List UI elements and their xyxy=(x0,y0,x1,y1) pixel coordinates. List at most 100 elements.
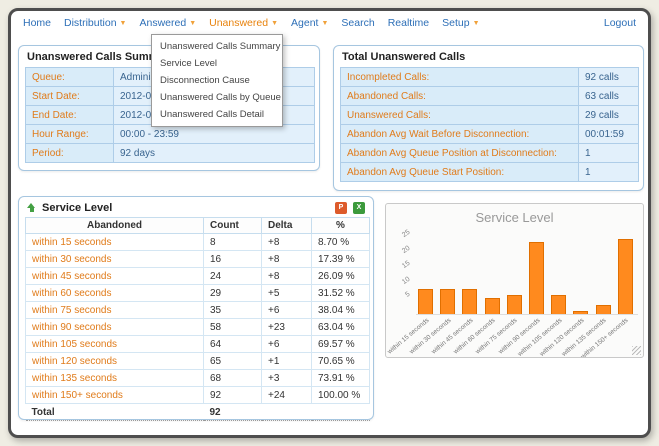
menu-item-service-level[interactable]: Service Level xyxy=(152,55,282,72)
row-label: End Date: xyxy=(26,106,114,125)
export-pdf-icon[interactable]: P xyxy=(335,202,347,214)
export-excel-icon[interactable]: X xyxy=(353,202,365,214)
chart-y-tick: 5 xyxy=(394,291,412,306)
table-cell: 31.52 % xyxy=(312,285,370,302)
table-cell: 8 xyxy=(204,234,262,251)
table-row: Abandon Avg Queue Position at Disconnect… xyxy=(341,144,639,163)
table-row: Abandon Avg Queue Start Position:1 xyxy=(341,163,639,182)
table-cell: 64 xyxy=(204,336,262,353)
table-cell: +5 xyxy=(262,285,312,302)
nav-item-answered[interactable]: Answered▼ xyxy=(139,17,196,29)
chart-y-tick: 25 xyxy=(394,229,412,244)
service-level-header: Service Level P X xyxy=(19,197,373,217)
table-cell: 65 xyxy=(204,353,262,370)
table-row: within 105 seconds64+669.57 % xyxy=(26,336,370,353)
sort-up-icon[interactable] xyxy=(27,203,36,213)
table-cell xyxy=(312,404,370,421)
chart-bar xyxy=(462,289,477,314)
table-cell: within 45 seconds xyxy=(26,268,204,285)
chart-y-tick: 15 xyxy=(394,260,412,275)
chart-title: Service Level xyxy=(386,204,643,225)
table-row: within 30 seconds16+817.39 % xyxy=(26,251,370,268)
table-row: within 150+ seconds92+24100.00 % xyxy=(26,387,370,404)
chart-y-tick: 10 xyxy=(394,276,412,291)
table-cell xyxy=(262,404,312,421)
table-cell: +1 xyxy=(262,353,312,370)
table-row: Abandon Avg Wait Before Disconnection:00… xyxy=(341,125,639,144)
row-label: Abandon Avg Queue Position at Disconnect… xyxy=(341,144,579,163)
service-level-chart-panel: Service Level within 15 secondswithin 30… xyxy=(385,203,644,358)
logout-link[interactable]: Logout xyxy=(604,17,636,29)
nav-item-distribution[interactable]: Distribution▼ xyxy=(64,17,126,29)
table-cell: 58 xyxy=(204,319,262,336)
chart-y-tick: 20 xyxy=(394,244,412,259)
row-label: Start Date: xyxy=(26,87,114,106)
row-label: Abandoned Calls: xyxy=(341,87,579,106)
table-cell: within 120 seconds xyxy=(26,353,204,370)
nav-item-agent[interactable]: Agent▼ xyxy=(291,17,328,29)
table-cell: 92 xyxy=(204,387,262,404)
table-cell: within 90 seconds xyxy=(26,319,204,336)
table-cell: 70.65 % xyxy=(312,353,370,370)
row-value: 63 calls xyxy=(579,87,639,106)
service-level-panel: Service Level P X Abandoned Count Delta … xyxy=(18,196,374,420)
nav-item-setup[interactable]: Setup▼ xyxy=(442,17,479,29)
menu-item-disconnection-cause[interactable]: Disconnection Cause xyxy=(152,72,282,89)
nav-item-realtime[interactable]: Realtime xyxy=(388,17,429,29)
table-cell: +3 xyxy=(262,370,312,387)
column-header: Abandoned xyxy=(26,218,204,234)
table-cell: 63.04 % xyxy=(312,319,370,336)
table-row: within 90 seconds58+2363.04 % xyxy=(26,319,370,336)
resize-handle-icon[interactable] xyxy=(632,346,641,355)
table-row: within 45 seconds24+826.09 % xyxy=(26,268,370,285)
table-row: Hour Range:00:00 - 23:59 xyxy=(26,125,315,144)
row-label: Incompleted Calls: xyxy=(341,68,579,87)
table-cell: within 60 seconds xyxy=(26,285,204,302)
table-cell: +8 xyxy=(262,234,312,251)
chart-bar xyxy=(596,305,611,314)
nav-label: Setup xyxy=(442,17,469,29)
chart-bar xyxy=(418,289,433,314)
table-cell: 35 xyxy=(204,302,262,319)
table-cell: 29 xyxy=(204,285,262,302)
nav-item-unanswered[interactable]: Unanswered▼ xyxy=(209,17,278,29)
panel-title: Service Level xyxy=(42,202,112,214)
table-row: Unanswered Calls:29 calls xyxy=(341,106,639,125)
nav-label: Search xyxy=(341,17,374,29)
nav-item-search[interactable]: Search xyxy=(341,17,374,29)
menu-item-unanswered-calls-summary[interactable]: Unanswered Calls Summary xyxy=(152,38,282,55)
caret-down-icon: ▼ xyxy=(271,20,278,27)
table-total-row: Total 92 xyxy=(26,404,370,421)
row-label: Unanswered Calls: xyxy=(341,106,579,125)
chart-bar xyxy=(440,289,455,314)
caret-down-icon: ▼ xyxy=(321,20,328,27)
nav-item-home[interactable]: Home xyxy=(23,17,51,29)
nav-label: Unanswered xyxy=(209,17,268,29)
chart-bar xyxy=(529,242,544,314)
column-header: Count xyxy=(204,218,262,234)
table-cell: +23 xyxy=(262,319,312,336)
unanswered-dropdown-menu: Unanswered Calls Summary Service Level D… xyxy=(151,34,283,127)
menu-item-unanswered-calls-by-queue[interactable]: Unanswered Calls by Queue xyxy=(152,89,282,106)
table-cell: 26.09 % xyxy=(312,268,370,285)
menu-item-unanswered-calls-detail[interactable]: Unanswered Calls Detail xyxy=(152,106,282,123)
top-nav: Home Distribution▼ Answered▼ Unanswered▼… xyxy=(11,11,648,35)
table-cell: within 150+ seconds xyxy=(26,387,204,404)
chart-bar xyxy=(618,239,633,314)
service-level-table: Abandoned Count Delta % within 15 second… xyxy=(25,217,370,421)
table-cell: within 105 seconds xyxy=(26,336,204,353)
table-cell: 17.39 % xyxy=(312,251,370,268)
row-label: Hour Range: xyxy=(26,125,114,144)
row-value: 92 calls xyxy=(579,68,639,87)
chart-bar xyxy=(573,311,588,314)
row-label: Queue: xyxy=(26,68,114,87)
row-label: Abandon Avg Queue Start Position: xyxy=(341,163,579,182)
caret-down-icon: ▼ xyxy=(120,20,127,27)
table-cell: within 75 seconds xyxy=(26,302,204,319)
row-value: 92 days xyxy=(114,144,315,163)
panel-title: Total Unanswered Calls xyxy=(334,46,643,67)
table-cell: 73.91 % xyxy=(312,370,370,387)
row-value: 1 xyxy=(579,163,639,182)
table-header-row: Abandoned Count Delta % xyxy=(26,218,370,234)
table-cell: +8 xyxy=(262,251,312,268)
